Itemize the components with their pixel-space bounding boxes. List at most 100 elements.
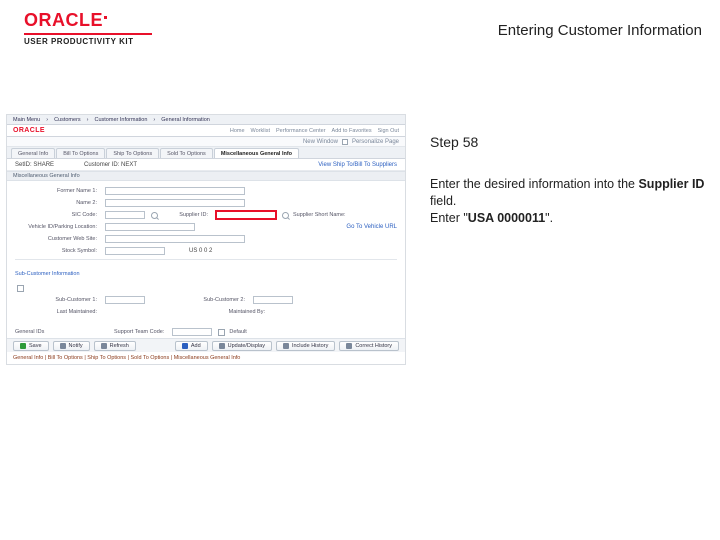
instruction-panel: Step 58 Enter the desired information in… (406, 114, 706, 365)
update-label: Update/Display (228, 343, 265, 349)
form-area: Former Name 1: Name 2: SIC Code: Supplie… (7, 181, 405, 268)
oracle-logo-text: ORACLE (24, 10, 103, 31)
tab-billto[interactable]: Bill To Options (56, 148, 105, 158)
nav-link-worklist[interactable]: Worklist (251, 128, 270, 134)
infobar-personalize[interactable]: Personalize Page (352, 139, 399, 145)
main-area: Main Menu › Customers › Customer Informa… (0, 114, 720, 365)
section-header-misc: Miscellaneous General Info (7, 171, 405, 181)
update-display-button[interactable]: Update/Display (212, 341, 272, 351)
app-screenshot: Main Menu › Customers › Customer Informa… (6, 114, 406, 365)
setid-value: SHARE (33, 162, 54, 168)
tab-misc-general[interactable]: Miscellaneous General Info (214, 148, 299, 158)
history-label: Include History (292, 343, 328, 349)
save-button[interactable]: Save (13, 341, 49, 351)
save-icon (20, 343, 26, 349)
breadcrumb-item[interactable]: Customers (54, 117, 81, 123)
oracle-app-window: Main Menu › Customers › Customer Informa… (6, 114, 406, 365)
lastmaint-label: Last Maintained: (15, 309, 101, 315)
notify-label: Notify (69, 343, 83, 349)
view-suppliers-link[interactable]: View Ship To/Bill To Suppliers (318, 162, 397, 168)
supplier-short-label: Supplier Short Name: (293, 212, 350, 218)
notify-button[interactable]: Notify (53, 341, 90, 351)
app-infobar: New Window Personalize Page (7, 137, 405, 147)
breadcrumb-item[interactable]: Main Menu (13, 117, 40, 123)
notify-icon (60, 343, 66, 349)
instr-suffix: field. (430, 194, 456, 208)
former-name-field[interactable] (105, 187, 245, 195)
tab-soldto[interactable]: Sold To Options (160, 148, 213, 158)
default-checkbox[interactable] (218, 329, 225, 336)
refresh-icon (101, 343, 107, 349)
subcustomer-toggle[interactable]: Sub-Customer Information (7, 268, 405, 280)
page-banner: ORACLE USER PRODUCTIVITY KIT Entering Cu… (0, 0, 720, 56)
vehicle-field[interactable] (105, 223, 195, 231)
add-button[interactable]: Add (175, 341, 208, 351)
supplier-lookup-icon[interactable] (282, 212, 289, 219)
app-navbar: ORACLE Home Worklist Performance Center … (7, 125, 405, 137)
bunit-value: US 0 0 2 (189, 248, 212, 254)
divider (15, 259, 397, 260)
app-brand-text: ORACLE (13, 127, 45, 134)
nav-link-perf[interactable]: Performance Center (276, 128, 326, 134)
supplier-id-field[interactable] (216, 211, 276, 219)
oracle-logo-underline (24, 33, 152, 35)
general-ids-row: General IDs Support Team Code: Default (7, 324, 405, 338)
update-icon (219, 343, 225, 349)
add-icon (182, 343, 188, 349)
breadcrumb-item[interactable]: Customer Information (95, 117, 148, 123)
breadcrumb-bar: Main Menu › Customers › Customer Informa… (7, 115, 405, 125)
sic-label: SIC Code: (15, 212, 101, 218)
refresh-button[interactable]: Refresh (94, 341, 136, 351)
custid-label: Customer ID: (84, 162, 119, 168)
subcust1-label: Sub-Customer 1: (15, 297, 101, 303)
infobar-newwindow[interactable]: New Window (303, 139, 338, 145)
instr2-value: USA 0000011 (468, 211, 545, 225)
include-history-button[interactable]: Include History (276, 341, 335, 351)
instr-field-name: Supplier ID (638, 177, 704, 191)
oracle-logo-block: ORACLE USER PRODUCTIVITY KIT (24, 10, 152, 46)
web-label: Customer Web Site: (15, 236, 101, 242)
former-name-label: Former Name 1: (15, 188, 101, 194)
nav-link-signout[interactable]: Sign Out (378, 128, 399, 134)
sic-field[interactable] (105, 211, 145, 219)
refresh-label: Refresh (110, 343, 129, 349)
subcust2-field[interactable] (253, 296, 293, 304)
default-label: Default (229, 329, 246, 335)
support-team-field[interactable] (172, 328, 212, 336)
tab-general-info[interactable]: General Info (11, 148, 55, 158)
subcust1-field[interactable] (105, 296, 145, 304)
breadcrumb-item[interactable]: General Information (161, 117, 210, 123)
subcust-checkbox[interactable] (17, 285, 24, 292)
name2-label: Name 2: (15, 200, 101, 206)
app-tabs: General Info Bill To Options Ship To Opt… (7, 147, 405, 159)
vehicle-url-link[interactable]: Go To Vehicle URL (346, 224, 397, 230)
custid-value: NEXT (121, 162, 137, 168)
history-icon (283, 343, 289, 349)
correct-label: Correct History (355, 343, 392, 349)
oracle-logo-dot-icon (104, 16, 107, 19)
web-field[interactable] (105, 235, 245, 243)
instruction-text: Enter the desired information into the S… (430, 176, 706, 227)
bottom-tab-links[interactable]: General Info | Bill To Options | Ship To… (7, 352, 405, 364)
maintby-label: Maintained By: (169, 309, 269, 315)
sic-lookup-icon[interactable] (151, 212, 158, 219)
correct-history-button[interactable]: Correct History (339, 341, 399, 351)
infobar-checkbox-icon[interactable] (342, 139, 348, 145)
tab-shipto[interactable]: Ship To Options (106, 148, 159, 158)
step-number: Step 58 (430, 134, 706, 150)
correct-icon (346, 343, 352, 349)
button-bar: Save Notify Refresh Add Update/Display I… (7, 338, 405, 352)
stock-label: Stock Symbol: (15, 248, 101, 254)
support-team-label: Support Team Code: (48, 329, 168, 335)
nav-link-home[interactable]: Home (230, 128, 245, 134)
app-nav-right: Home Worklist Performance Center Add to … (230, 128, 399, 134)
setid-label: SetID: (15, 162, 32, 168)
nav-link-fav[interactable]: Add to Favorites (332, 128, 372, 134)
oracle-logo: ORACLE (24, 10, 152, 31)
instr-prefix: Enter the desired information into the (430, 177, 638, 191)
stock-field[interactable] (105, 247, 165, 255)
name2-field[interactable] (105, 199, 245, 207)
subcust2-label: Sub-Customer 2: (149, 297, 249, 303)
save-label: Save (29, 343, 42, 349)
vehicle-label: Vehicle ID/Parking Location: (15, 224, 101, 230)
